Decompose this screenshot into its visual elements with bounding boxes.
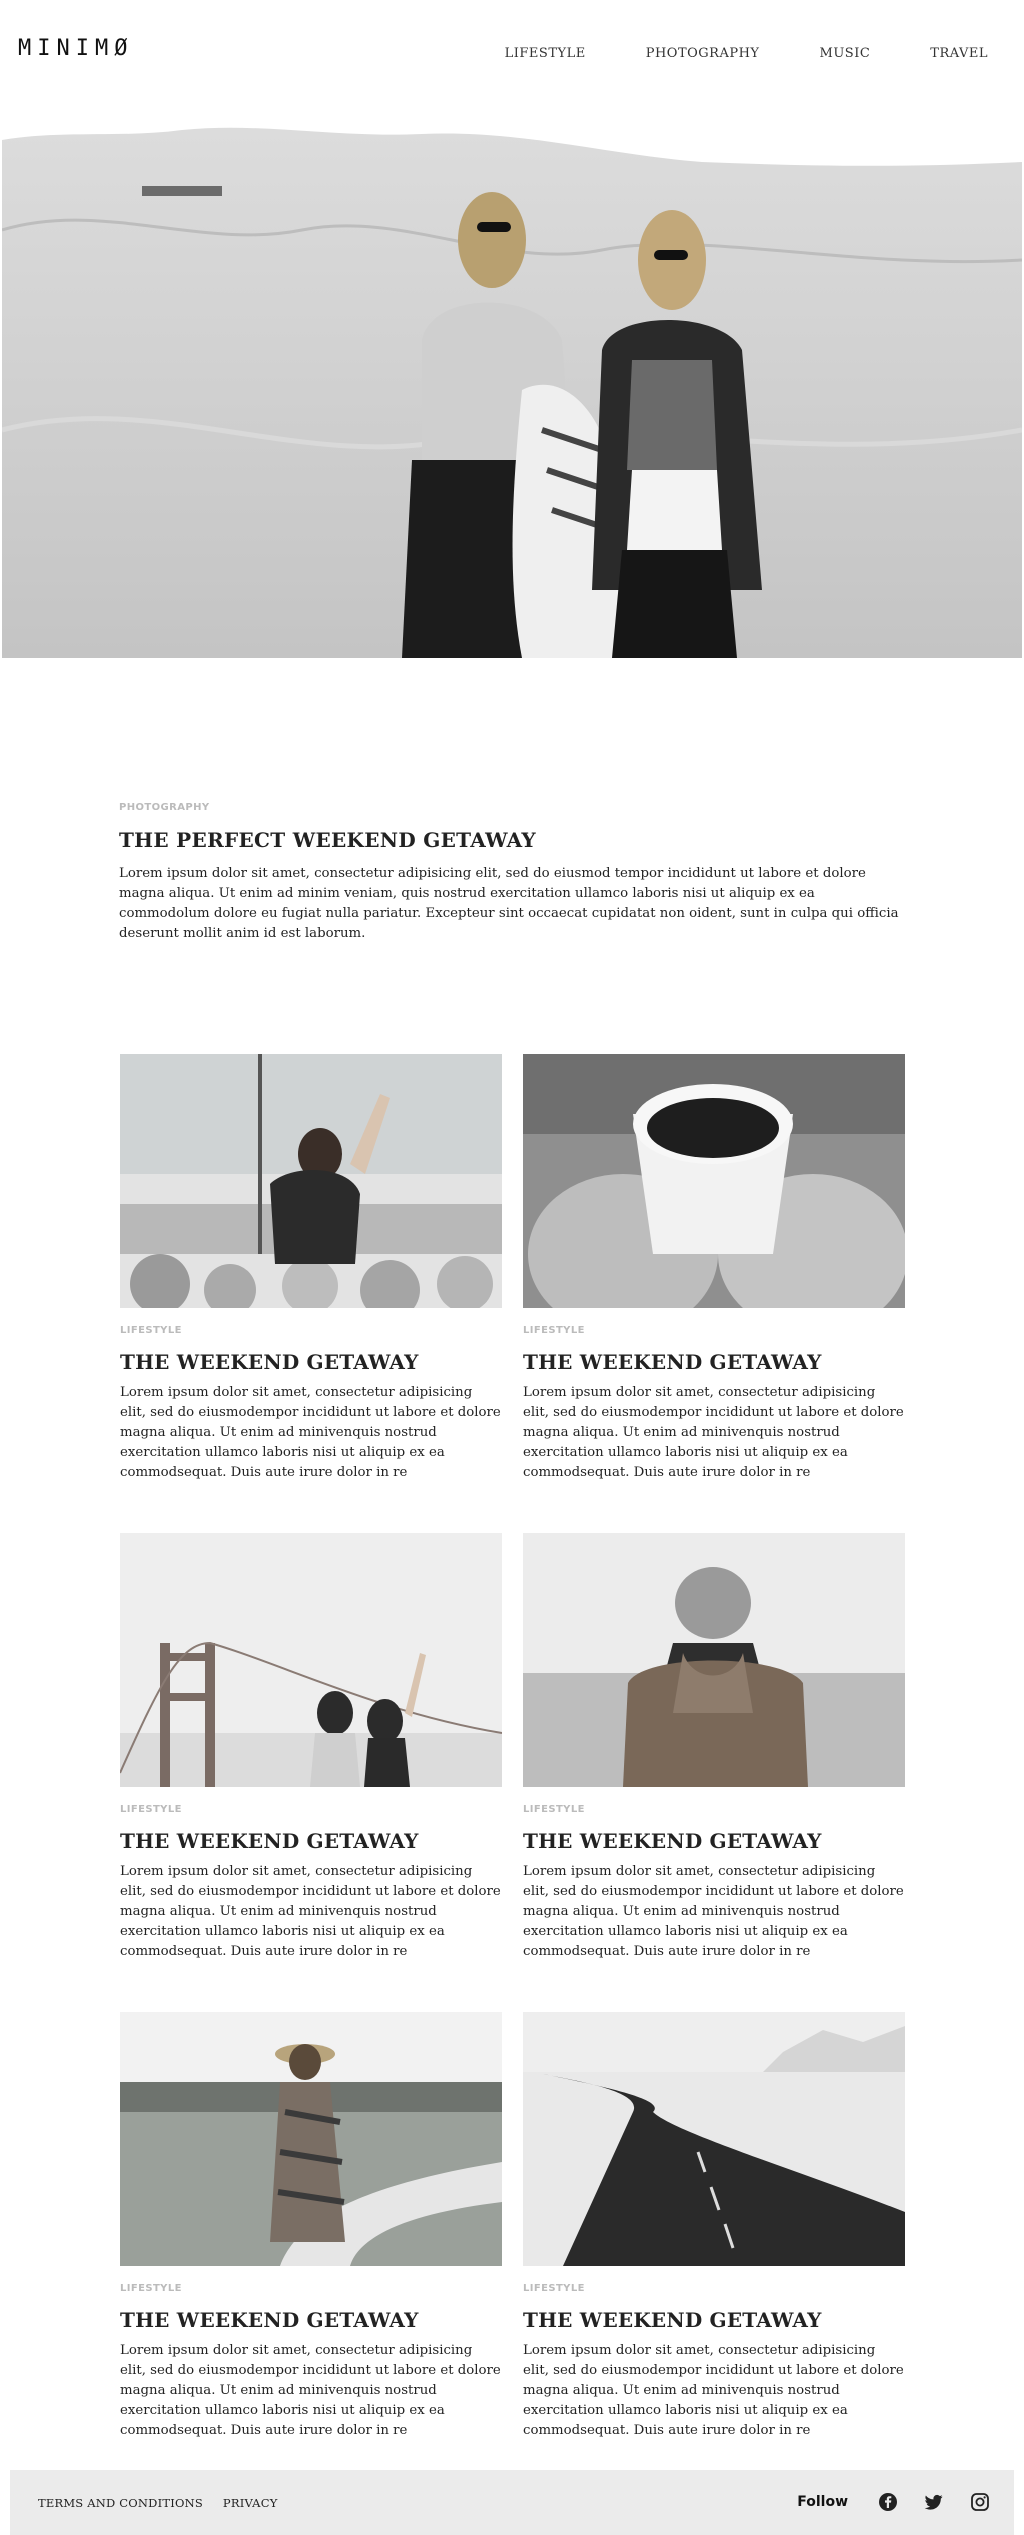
post-category[interactable]: LIFESTYLE — [120, 1804, 502, 1815]
hero-image — [2, 110, 1022, 658]
post-image-beanie[interactable] — [523, 1533, 905, 1787]
featured-post: PHOTOGRAPHY THE PERFECT WEEKEND GETAWAY … — [119, 802, 905, 944]
post-card[interactable]: LIFESTYLE THE WEEKEND GETAWAY Lorem ipsu… — [120, 1533, 502, 1962]
nav-item-lifestyle[interactable]: LIFESTYLE — [505, 46, 586, 61]
post-excerpt: Lorem ipsum dolor sit amet, consectetur … — [523, 2343, 904, 2438]
post-image-coffee[interactable] — [523, 1054, 905, 1308]
follow-label: Follow — [797, 2494, 848, 2510]
post-card[interactable]: LIFESTYLE THE WEEKEND GETAWAY Lorem ipsu… — [523, 1054, 905, 1483]
post-image-concert[interactable] — [120, 1054, 502, 1308]
post-title[interactable]: THE WEEKEND GETAWAY — [523, 1829, 905, 1853]
post-title[interactable]: THE WEEKEND GETAWAY — [523, 1350, 905, 1374]
site-logo[interactable]: MINIMØ — [18, 36, 133, 61]
nav-item-travel[interactable]: TRAVEL — [930, 46, 988, 61]
featured-body: Lorem ipsum dolor sit amet, consectetur … — [119, 866, 899, 941]
post-excerpt: Lorem ipsum dolor sit amet, consectetur … — [523, 1385, 904, 1480]
post-category[interactable]: LIFESTYLE — [523, 2283, 905, 2294]
post-category[interactable]: LIFESTYLE — [120, 1325, 502, 1336]
footer-links: TERMS AND CONDITIONS PRIVACY — [38, 2496, 297, 2510]
post-image-road[interactable] — [523, 2012, 905, 2266]
post-image-path[interactable] — [120, 2012, 502, 2266]
post-title[interactable]: THE WEEKEND GETAWAY — [120, 1829, 502, 1853]
post-card[interactable]: LIFESTYLE THE WEEKEND GETAWAY Lorem ipsu… — [523, 2012, 905, 2441]
post-category[interactable]: LIFESTYLE — [120, 2283, 502, 2294]
post-category[interactable]: LIFESTYLE — [523, 1804, 905, 1815]
post-excerpt: Lorem ipsum dolor sit amet, consectetur … — [120, 1864, 501, 1959]
post-title[interactable]: THE WEEKEND GETAWAY — [120, 1350, 502, 1374]
post-title[interactable]: THE WEEKEND GETAWAY — [523, 2308, 905, 2332]
post-category[interactable]: LIFESTYLE — [523, 1325, 905, 1336]
post-card[interactable]: LIFESTYLE THE WEEKEND GETAWAY Lorem ipsu… — [120, 1054, 502, 1483]
post-excerpt: Lorem ipsum dolor sit amet, consectetur … — [523, 1864, 904, 1959]
featured-category[interactable]: PHOTOGRAPHY — [119, 802, 905, 813]
privacy-link[interactable]: PRIVACY — [223, 2496, 278, 2510]
post-card[interactable]: LIFESTYLE THE WEEKEND GETAWAY Lorem ipsu… — [523, 1533, 905, 1962]
instagram-icon[interactable] — [970, 2492, 990, 2512]
main-nav: LIFESTYLE PHOTOGRAPHY MUSIC TRAVEL — [445, 46, 988, 61]
post-excerpt: Lorem ipsum dolor sit amet, consectetur … — [120, 1385, 501, 1480]
social-icons — [878, 2492, 990, 2512]
site-header: MINIMØ LIFESTYLE PHOTOGRAPHY MUSIC TRAVE… — [0, 0, 1024, 110]
nav-item-photography[interactable]: PHOTOGRAPHY — [646, 46, 760, 61]
post-excerpt: Lorem ipsum dolor sit amet, consectetur … — [120, 2343, 501, 2438]
post-title[interactable]: THE WEEKEND GETAWAY — [120, 2308, 502, 2332]
facebook-icon[interactable] — [878, 2492, 898, 2512]
featured-title[interactable]: THE PERFECT WEEKEND GETAWAY — [119, 828, 905, 852]
nav-item-music[interactable]: MUSIC — [820, 46, 871, 61]
twitter-icon[interactable] — [924, 2492, 944, 2512]
post-image-bridge[interactable] — [120, 1533, 502, 1787]
terms-link[interactable]: TERMS AND CONDITIONS — [38, 2496, 203, 2510]
site-footer: TERMS AND CONDITIONS PRIVACY Follow — [10, 2470, 1014, 2535]
post-card[interactable]: LIFESTYLE THE WEEKEND GETAWAY Lorem ipsu… — [120, 2012, 502, 2441]
